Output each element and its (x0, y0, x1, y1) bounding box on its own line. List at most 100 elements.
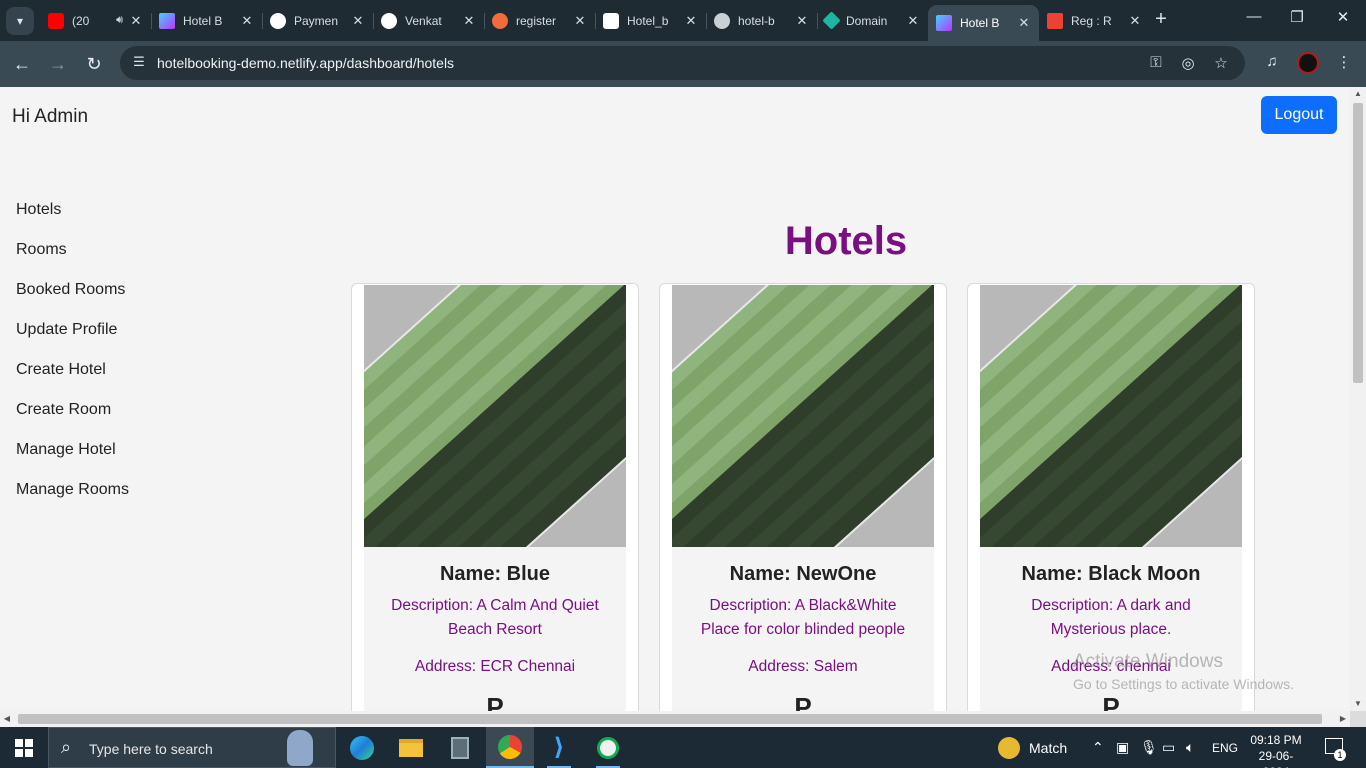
watermark-title: Activate Windows (1073, 651, 1223, 672)
profile-avatar[interactable] (1297, 52, 1319, 74)
hotel-price: P (794, 692, 812, 711)
tab-title: Reg : R (1071, 13, 1112, 28)
youtube-icon (48, 12, 64, 29)
media-control-icon[interactable]: ♫ (1261, 53, 1283, 75)
tab-hotel-booking[interactable]: Hotel B ✕ (151, 5, 263, 36)
sidebar-item-booked-rooms[interactable]: Booked Rooms (16, 281, 129, 321)
clock-time: 09:18 PM (1250, 733, 1302, 747)
scroll-down-arrow[interactable]: ▼ (1350, 697, 1366, 711)
minimize-button[interactable]: — (1231, 8, 1277, 32)
meet-now-icon[interactable]: ▣ (1116, 739, 1129, 756)
chrome-app-icon[interactable] (486, 727, 534, 768)
github-icon (381, 12, 397, 29)
close-window-button[interactable]: ✕ (1320, 8, 1366, 32)
calculator-icon[interactable] (436, 727, 484, 768)
menu-kebab-icon[interactable]: ⋮ (1333, 53, 1355, 75)
tab-close-icon[interactable]: ✕ (793, 13, 811, 29)
language-indicator[interactable]: ENG (1212, 741, 1238, 755)
forward-button[interactable]: → (46, 52, 70, 76)
volume-icon[interactable]: 🔈︎ (1186, 739, 1194, 756)
hotel-card[interactable]: Name: NewOne Description: A Black&White … (659, 283, 947, 711)
scroll-up-arrow[interactable]: ▲ (1350, 87, 1366, 101)
hotel-image (672, 285, 934, 547)
tab-close-icon[interactable]: ✕ (571, 13, 589, 29)
sidebar-item-create-hotel[interactable]: Create Hotel (16, 361, 129, 401)
tab-close-icon[interactable]: ✕ (1015, 15, 1033, 31)
scroll-thumb[interactable] (18, 714, 1322, 724)
restore-button[interactable]: ❐ (1274, 8, 1320, 32)
taskbar-search[interactable]: ⌕ Type here to search (48, 727, 336, 768)
hotel-price: P (486, 692, 504, 711)
back-button[interactable]: ← (10, 52, 34, 76)
microphone-icon[interactable]: 🎙︎ (1140, 739, 1158, 756)
start-button[interactable] (0, 727, 48, 768)
sidebar-item-manage-hotel[interactable]: Manage Hotel (16, 441, 129, 481)
tab-title: register (516, 13, 557, 28)
tab-close-icon[interactable]: ✕ (238, 13, 256, 29)
vertical-scrollbar[interactable]: ▲ ▼ (1350, 87, 1366, 711)
speaker-icon: 🔊︎ (116, 14, 123, 26)
hotel-card[interactable]: Name: Black Moon Description: A dark and… (967, 283, 1255, 711)
browser-toolbar: ← → ↻ ☰ hotelbooking-demo.netlify.app/da… (0, 41, 1366, 87)
scroll-thumb[interactable] (1353, 103, 1363, 383)
tab-github[interactable]: Venkat ✕ (373, 5, 485, 36)
scrollbar-corner (1350, 711, 1366, 727)
horizontal-scrollbar[interactable]: ◀ ▶ (0, 711, 1350, 727)
reload-button[interactable]: ↻ (82, 52, 106, 76)
hotel-price: P (1102, 692, 1120, 711)
tab-render[interactable]: Hotel_b ✕ (595, 5, 707, 36)
gmail-icon (1047, 12, 1063, 29)
tab-chatgpt[interactable]: Paymen ✕ (262, 5, 374, 36)
logout-button[interactable]: Logout (1261, 96, 1337, 134)
sidebar-item-update-profile[interactable]: Update Profile (16, 321, 129, 361)
network-icon[interactable]: ▭ (1162, 739, 1175, 756)
vite-icon (159, 12, 175, 29)
greeting-text: Hi Admin (12, 106, 89, 127)
bookmark-star-icon[interactable]: ☆ (1211, 54, 1231, 74)
scroll-right-arrow[interactable]: ▶ (1336, 711, 1350, 727)
sidebar-item-manage-rooms[interactable]: Manage Rooms (16, 481, 129, 521)
tab-close-icon[interactable]: ✕ (1126, 13, 1144, 29)
page-title: Hotels (784, 219, 908, 263)
weather-text[interactable]: Match (1029, 740, 1067, 756)
hotel-image (980, 285, 1242, 547)
edge-app-icon[interactable] (338, 727, 386, 768)
tab-domain[interactable]: Domain ✕ (817, 5, 928, 36)
tab-title: Domain (846, 13, 888, 28)
hotel-card[interactable]: Name: Blue Description: A Calm And Quiet… (351, 283, 639, 711)
file-explorer-icon[interactable] (387, 727, 435, 768)
system-clock[interactable]: 09:18 PM 29-06-2024 (1248, 732, 1304, 768)
tab-close-icon[interactable]: ✕ (127, 13, 145, 29)
tab-search-button[interactable]: ▾ (6, 7, 34, 35)
vscode-app-icon[interactable]: ⟩ (535, 727, 583, 768)
search-placeholder: Type here to search (89, 741, 213, 757)
tab-hotel-booking-active[interactable]: Hotel B ✕ (928, 5, 1039, 41)
site-settings-icon[interactable]: ☰ (130, 54, 148, 72)
clock-date: 29-06-2024 (1258, 749, 1294, 768)
chevron-up-icon[interactable]: ⌃ (1092, 739, 1104, 756)
tab-close-icon[interactable]: ✕ (682, 13, 700, 29)
tab-title: Hotel B (183, 13, 223, 28)
url-text[interactable]: hotelbooking-demo.netlify.app/dashboard/… (157, 55, 454, 71)
mongodb-compass-icon[interactable] (584, 727, 632, 768)
tab-close-icon[interactable]: ✕ (904, 13, 922, 29)
eye-slash-icon[interactable]: ◎ (1178, 54, 1198, 74)
scroll-left-arrow[interactable]: ◀ (0, 711, 14, 727)
tab-youtube[interactable]: (20 🔊︎ ✕ (40, 5, 152, 36)
weather-icon[interactable] (998, 737, 1020, 759)
tab-title: hotel-b (738, 13, 775, 28)
password-key-icon[interactable]: ⚿ (1146, 54, 1166, 74)
tab-close-icon[interactable]: ✕ (460, 13, 478, 29)
windows-logo-icon (15, 738, 33, 757)
address-bar[interactable]: ☰ hotelbooking-demo.netlify.app/dashboar… (120, 46, 1245, 80)
search-highlight-owl-icon (287, 730, 313, 766)
tab-gmail[interactable]: Reg : R ✕ (1039, 5, 1150, 36)
tab-title: Paymen (294, 13, 339, 28)
tab-close-icon[interactable]: ✕ (349, 13, 367, 29)
tab-hotel-b[interactable]: hotel-b ✕ (706, 5, 818, 36)
new-tab-button[interactable]: + (1150, 9, 1172, 31)
watermark-subtitle: Go to Settings to activate Windows. (1073, 676, 1294, 692)
sidebar-item-create-room[interactable]: Create Room (16, 401, 129, 441)
tab-postman[interactable]: register ✕ (484, 5, 596, 36)
chatgpt-icon (270, 12, 286, 29)
